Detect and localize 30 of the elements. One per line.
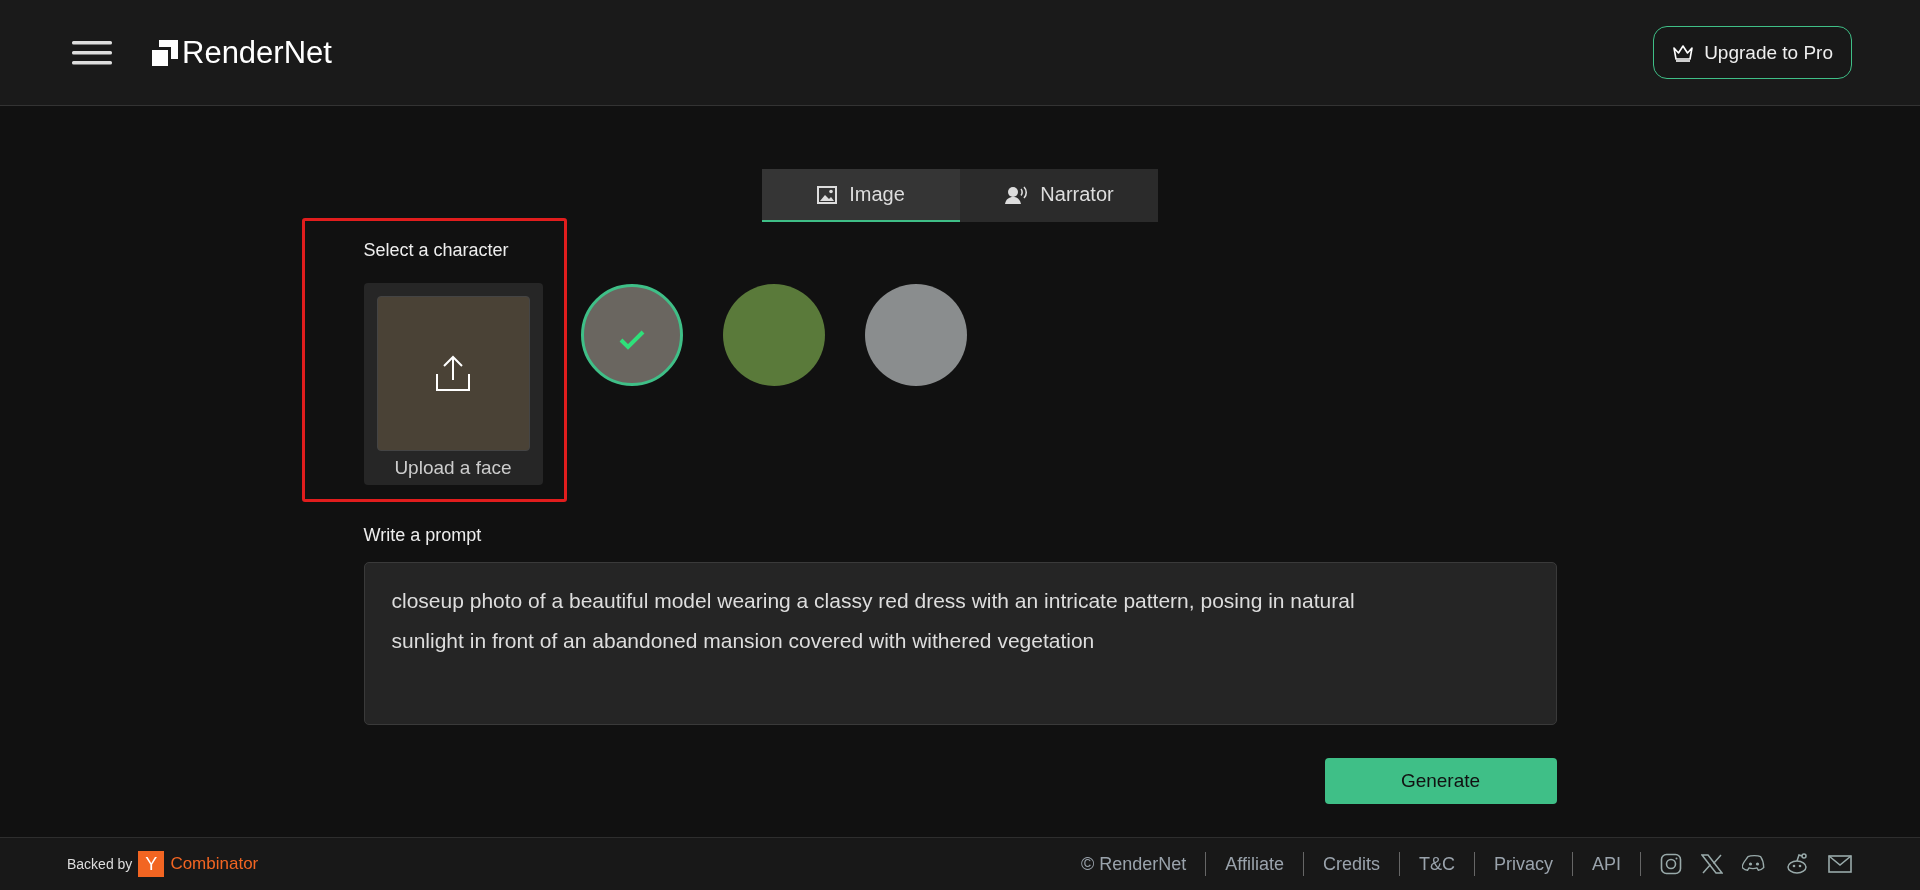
- yc-logo-mark: Y: [138, 851, 165, 877]
- x-icon[interactable]: [1701, 854, 1723, 874]
- upgrade-button[interactable]: Upgrade to Pro: [1653, 26, 1852, 79]
- footer-link[interactable]: © RenderNet: [1080, 853, 1187, 875]
- footer-link[interactable]: Credits: [1322, 853, 1380, 875]
- logo-icon: [152, 39, 178, 66]
- tab[interactable]: Image: [762, 169, 960, 222]
- discord-icon[interactable]: [1742, 854, 1766, 874]
- upload-icon: [433, 353, 473, 394]
- section-label: Select a character: [363, 240, 510, 261]
- crown-icon: [1672, 43, 1695, 62]
- footer-link[interactable]: API: [1592, 853, 1621, 875]
- prompt-field[interactable]: closeup photo of a beautiful model wearing a classy red dress with an intricate pattern, posing in natural sunlight in front of an abandoned mansion covered with withered vegetation: [363, 562, 1557, 725]
- footer-link[interactable]: Affiliate: [1225, 853, 1284, 875]
- generate-button[interactable]: Generate: [1324, 758, 1557, 804]
- upload-label: Upload a face: [394, 457, 512, 479]
- image-icon: [817, 185, 838, 204]
- prompt-label: Write a prompt: [363, 525, 483, 546]
- upload-card[interactable]: Upload a face: [363, 283, 543, 485]
- speaker-icon: [1004, 184, 1029, 205]
- reddit-icon[interactable]: [1785, 853, 1809, 875]
- mail-icon[interactable]: [1828, 855, 1852, 873]
- check-icon: [618, 330, 645, 350]
- footer-link[interactable]: Privacy: [1493, 853, 1553, 875]
- backed-by-text: Backed by: [67, 856, 133, 872]
- instagram-icon[interactable]: [1660, 853, 1682, 875]
- brand-name[interactable]: RenderNet: [182, 34, 332, 71]
- menu-icon[interactable]: [72, 38, 112, 67]
- yc-name: Combinator: [170, 854, 259, 874]
- footer-link[interactable]: T&C: [1418, 853, 1455, 875]
